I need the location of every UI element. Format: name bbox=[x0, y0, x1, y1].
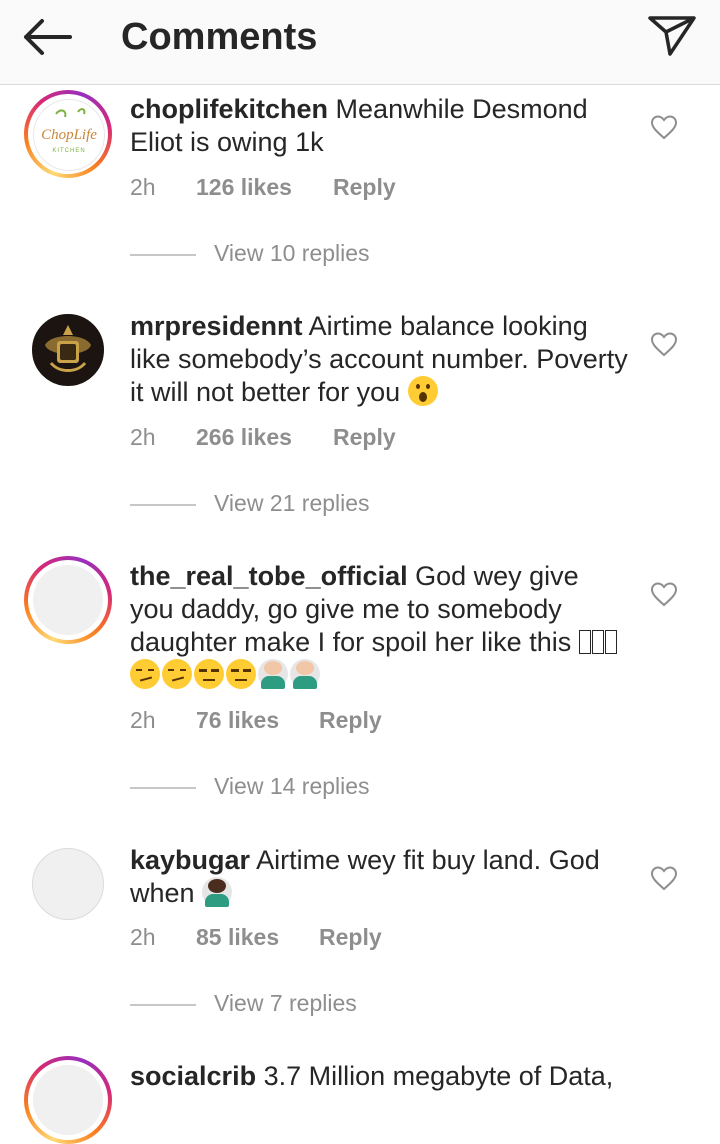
smirking-face-emoji bbox=[162, 659, 192, 689]
heart-icon[interactable] bbox=[650, 331, 678, 359]
comment-time: 2h bbox=[130, 707, 156, 733]
comment-item: socialcrib 3.7 Million megabyte of Data, bbox=[0, 1056, 720, 1144]
man-facepalming-emoji bbox=[258, 659, 288, 689]
comment-time: 2h bbox=[130, 174, 156, 200]
missing-glyph-box bbox=[578, 630, 591, 654]
comment-item: ChopLife KITCHEN choplifekitchen Meanwhi… bbox=[0, 86, 720, 276]
comment-username[interactable]: kaybugar bbox=[130, 845, 250, 875]
man-facepalming-emoji bbox=[290, 659, 320, 689]
view-replies-label: View 7 replies bbox=[214, 990, 357, 1016]
reply-button[interactable]: Reply bbox=[333, 424, 396, 451]
comment-likes[interactable]: 126 likes bbox=[196, 174, 292, 201]
view-replies-label: View 14 replies bbox=[214, 773, 370, 799]
smirking-face-emoji bbox=[130, 659, 160, 689]
comment-item: mrpresidennt Airtime balance looking lik… bbox=[0, 306, 720, 516]
view-replies-label: View 21 replies bbox=[214, 490, 370, 516]
missing-glyph-box bbox=[591, 630, 604, 654]
comment-likes[interactable]: 76 likes bbox=[196, 707, 279, 734]
unamused-face-emoji bbox=[226, 659, 256, 689]
heart-icon[interactable] bbox=[650, 865, 678, 893]
page-title: Comments bbox=[121, 16, 318, 58]
comment-text: kaybugar Airtime wey fit buy land. God w… bbox=[130, 844, 628, 910]
view-replies-label: View 10 replies bbox=[214, 240, 370, 266]
avatar[interactable] bbox=[24, 1056, 112, 1144]
reply-button[interactable]: Reply bbox=[319, 707, 382, 734]
reply-button[interactable]: Reply bbox=[333, 174, 396, 201]
comment-body: 3.7 Million megabyte of Data, bbox=[263, 1061, 614, 1091]
comment-username[interactable]: socialcrib bbox=[130, 1061, 256, 1091]
man-facepalming-emoji bbox=[202, 877, 233, 907]
comment-text: the_real_tobe_official God wey give you … bbox=[130, 560, 628, 692]
crest-logo bbox=[45, 325, 91, 372]
logo-text: ChopLife bbox=[41, 127, 97, 143]
heart-icon[interactable] bbox=[650, 114, 678, 142]
avatar[interactable] bbox=[32, 314, 104, 386]
avatar[interactable] bbox=[24, 556, 112, 644]
comment-text: mrpresidennt Airtime balance looking lik… bbox=[130, 310, 628, 409]
comment-time: 2h bbox=[130, 424, 156, 450]
comment-username[interactable]: the_real_tobe_official bbox=[130, 561, 408, 591]
comment-item: the_real_tobe_official God wey give you … bbox=[0, 556, 720, 801]
comment-text: socialcrib 3.7 Million megabyte of Data, bbox=[130, 1060, 628, 1093]
missing-glyph-box bbox=[604, 630, 617, 654]
comment-text: choplifekitchen Meanwhile Desmond Eliot … bbox=[130, 93, 628, 159]
logo-subtext: KITCHEN bbox=[52, 148, 85, 154]
face-with-open-mouth-emoji bbox=[407, 376, 438, 406]
comment-likes[interactable]: 266 likes bbox=[196, 424, 292, 451]
unamused-face-emoji bbox=[194, 659, 224, 689]
send-icon[interactable] bbox=[644, 12, 700, 58]
back-arrow-icon[interactable] bbox=[18, 14, 78, 60]
choplife-logo: ChopLife KITCHEN bbox=[41, 108, 97, 154]
reply-button[interactable]: Reply bbox=[319, 924, 382, 951]
comment-username[interactable]: mrpresidennt bbox=[130, 311, 303, 341]
comments-header: Comments bbox=[0, 0, 720, 85]
comment-item: kaybugar Airtime wey fit buy land. God w… bbox=[0, 840, 720, 1030]
heart-icon[interactable] bbox=[650, 581, 678, 609]
comment-likes[interactable]: 85 likes bbox=[196, 924, 279, 951]
comment-time: 2h bbox=[130, 924, 156, 950]
comment-username[interactable]: choplifekitchen bbox=[130, 94, 328, 124]
avatar[interactable]: ChopLife KITCHEN bbox=[24, 90, 112, 178]
avatar[interactable] bbox=[32, 848, 104, 920]
